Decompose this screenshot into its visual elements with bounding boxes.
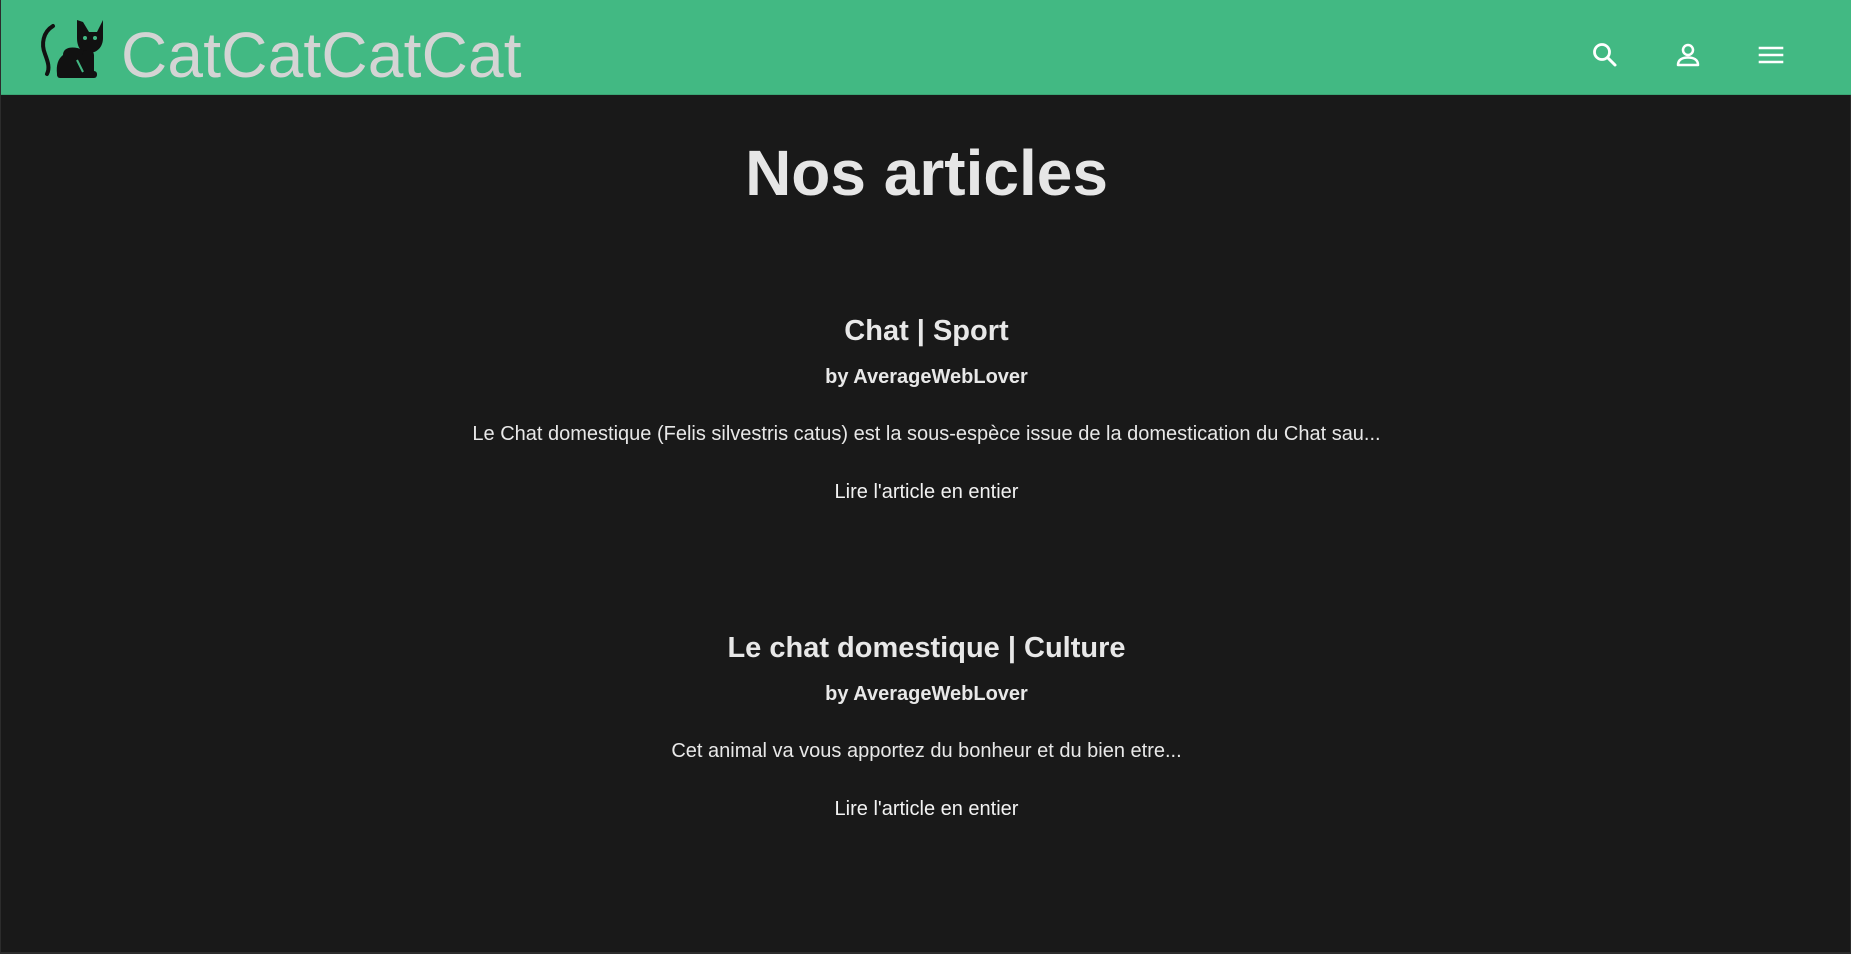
- cat-icon[interactable]: [39, 16, 107, 80]
- article-card: Chat | Sport by AverageWebLover Le Chat …: [1, 308, 1851, 505]
- menu-icon[interactable]: [1755, 39, 1787, 71]
- read-article-link[interactable]: Lire l'article en entier: [835, 479, 1019, 505]
- page: CatCatCatCat Nos articles Chat | Sport b…: [0, 0, 1851, 954]
- article-title: Le chat domestique | Culture: [727, 632, 1126, 664]
- account-icon[interactable]: [1672, 39, 1704, 71]
- article-title: Chat | Sport: [844, 315, 1009, 347]
- page-title: Nos articles: [745, 137, 1108, 209]
- article-author: by AverageWebLover: [825, 366, 1028, 388]
- article-excerpt: Cet animal va vous apportez du bonheur e…: [671, 740, 1182, 762]
- site-brand[interactable]: CatCatCatCat: [121, 17, 522, 93]
- article-excerpt: Le Chat domestique (Felis silvestris cat…: [472, 423, 1381, 445]
- top-navbar: CatCatCatCat: [1, 0, 1851, 95]
- search-icon[interactable]: [1589, 39, 1621, 71]
- read-article-link[interactable]: Lire l'article en entier: [835, 796, 1019, 822]
- article-author: by AverageWebLover: [825, 683, 1028, 705]
- article-card: Le chat domestique | Culture by AverageW…: [1, 625, 1851, 822]
